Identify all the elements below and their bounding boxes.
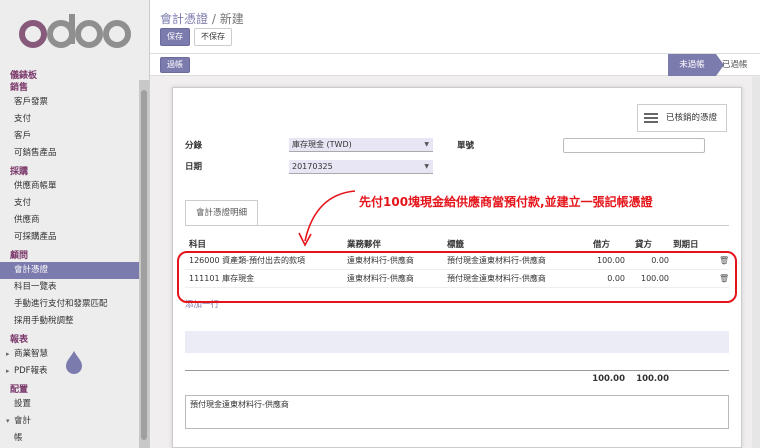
menu-vendor-bills[interactable]: 供應商帳單	[0, 178, 140, 195]
menu-sales-payments[interactable]: 支付	[0, 111, 140, 128]
annotation-text: 先付100塊現金給供應商當預付款,並建立一張記帳憑證	[359, 195, 653, 209]
sidebar-scrollbar[interactable]	[139, 80, 149, 448]
post-button[interactable]: 過帳	[160, 57, 190, 73]
date-input[interactable]: 20170325 ▼	[289, 160, 433, 174]
delete-row-icon[interactable]: 🗑	[719, 252, 729, 270]
menu-customers[interactable]: 客戶	[0, 128, 140, 145]
form-sheet: 已核銷的憑證 分錄 庫存現金 (TWD) ▼ 日期 20170325 ▼ 單號 會計…	[172, 87, 742, 448]
menu-section-sales: 銷售	[10, 83, 29, 93]
menu-section-config: 配置	[10, 385, 29, 395]
cell-account[interactable]: 111101 庫存現金	[189, 270, 254, 288]
dropdown-arrow-icon: ▼	[424, 141, 429, 148]
col-label[interactable]: 標籤	[447, 238, 464, 250]
stage-unposted[interactable]: 未過帳	[668, 54, 724, 76]
col-credit[interactable]: 貸方	[635, 238, 652, 250]
table-row[interactable]: 126000 資產類-預付出去的款項 遠東材料行-供應商 預付現金遠東材料行-供…	[185, 252, 729, 270]
delete-row-icon[interactable]: 🗑	[719, 270, 729, 288]
menu-purchasable-products[interactable]: 可採購產品	[0, 229, 140, 246]
discard-button[interactable]: 不保存	[194, 28, 232, 46]
annotation-arrow-icon	[298, 190, 356, 247]
breadcrumb-current: 新建	[219, 12, 244, 26]
journal-select[interactable]: 庫存現金 (TWD) ▼	[289, 138, 433, 152]
caret-right-icon: ▸	[6, 367, 10, 375]
table-row[interactable]: 111101 庫存現金 遠東材料行-供應商 預付現金遠東材料行-供應商 0.00…	[185, 270, 729, 288]
list-icon	[644, 113, 658, 123]
menu-sellable-products[interactable]: 可銷售產品	[0, 145, 140, 162]
journal-label: 分錄	[185, 141, 203, 151]
form-content: 已核銷的憑證 分錄 庫存現金 (TWD) ▼ 日期 20170325 ▼ 單號 會計…	[150, 77, 760, 448]
add-line-link[interactable]: 添加一行	[185, 298, 219, 310]
tab-journal-items[interactable]: 會計憑證明細	[185, 200, 259, 226]
menu-journals[interactable]: 帳	[0, 430, 140, 447]
menu-purchase-payments[interactable]: 支付	[0, 195, 140, 212]
col-account[interactable]: 科目	[189, 238, 206, 250]
tab-divider	[185, 225, 729, 226]
breadcrumb-parent[interactable]: 會計憑證	[160, 12, 208, 26]
caret-right-icon: ▸	[6, 350, 10, 358]
col-maturity[interactable]: 到期日	[673, 238, 699, 250]
col-debit[interactable]: 借方	[593, 238, 610, 250]
cell-label[interactable]: 預付現金遠東材料行-供應商	[447, 270, 546, 288]
cell-label[interactable]: 預付現金遠東材料行-供應商	[447, 252, 546, 270]
dropdown-arrow-icon: ▼	[424, 163, 429, 170]
menu-accounting[interactable]: ▾ 會計	[0, 413, 140, 430]
cell-debit[interactable]: 0.00	[585, 270, 625, 288]
reference-input[interactable]	[563, 138, 705, 153]
empty-row-band	[185, 331, 729, 353]
total-credit: 100.00	[636, 374, 669, 384]
sidebar: 儀錶板 銷售 客戶發票 支付 客戶 可銷售產品 採購 供應商帳單 支付 供應商 …	[0, 0, 150, 448]
totals-row: 100.00 100.00	[185, 370, 729, 386]
menu-customer-invoices[interactable]: 客戶發票	[0, 94, 140, 111]
logo-svg	[18, 14, 131, 48]
menu-section-reports: 報表	[10, 335, 29, 345]
cell-partner[interactable]: 遠東材料行-供應商	[347, 270, 414, 288]
cell-credit[interactable]: 0.00	[633, 252, 669, 270]
stage-posted[interactable]: 已過帳	[722, 54, 748, 76]
narration-textarea[interactable]: 預付現金遠東材料行-供應商	[185, 395, 729, 429]
main-scrollbar[interactable]	[752, 77, 760, 448]
odoo-logo[interactable]	[0, 0, 149, 64]
journal-lines-table: 科目 業務夥伴 標籤 借方 貸方 到期日 126000 資產類-預付出去的款項 …	[185, 238, 729, 288]
menu-vendors[interactable]: 供應商	[0, 212, 140, 229]
menu-section-adviser: 顧問	[10, 251, 29, 261]
sidebar-scrollbar-thumb[interactable]	[141, 90, 147, 440]
breadcrumb-separator: /	[211, 12, 216, 26]
menu-manual-tax-adjust[interactable]: 採用手動稅調整	[0, 313, 140, 330]
table-header: 科目 業務夥伴 標籤 借方 貸方 到期日	[185, 238, 729, 252]
save-button[interactable]: 保存	[160, 28, 190, 46]
breadcrumb: 會計憑證 / 新建	[160, 10, 244, 27]
menu-settings[interactable]: 設置	[0, 396, 140, 413]
caret-down-icon: ▾	[6, 417, 10, 425]
menu-journal-entries[interactable]: 會計憑證	[0, 262, 140, 279]
reference-label: 單號	[457, 141, 475, 151]
cell-debit[interactable]: 100.00	[585, 252, 625, 270]
total-debit: 100.00	[592, 374, 625, 384]
menu-chart-of-accounts[interactable]: 科目一覽表	[0, 279, 140, 296]
control-panel: 會計憑證 / 新建 保存 不保存	[150, 0, 760, 54]
cell-credit[interactable]: 100.00	[633, 270, 669, 288]
reconciled-entries-button[interactable]: 已核銷的憑證	[637, 104, 727, 132]
menu-manual-reconcile[interactable]: 手動進行支付和發票匹配	[0, 296, 140, 313]
sidebar-menu: 儀錶板 銷售 客戶發票 支付 客戶 可銷售產品 採購 供應商帳單 支付 供應商 …	[0, 70, 140, 447]
menu-section-dashboard[interactable]: 儀錶板	[0, 70, 140, 82]
date-label: 日期	[185, 162, 203, 172]
menu-section-purchases: 採購	[10, 167, 29, 177]
droplet-icon	[64, 350, 84, 377]
status-bar: 過帳 未過帳 已過帳	[150, 54, 760, 76]
